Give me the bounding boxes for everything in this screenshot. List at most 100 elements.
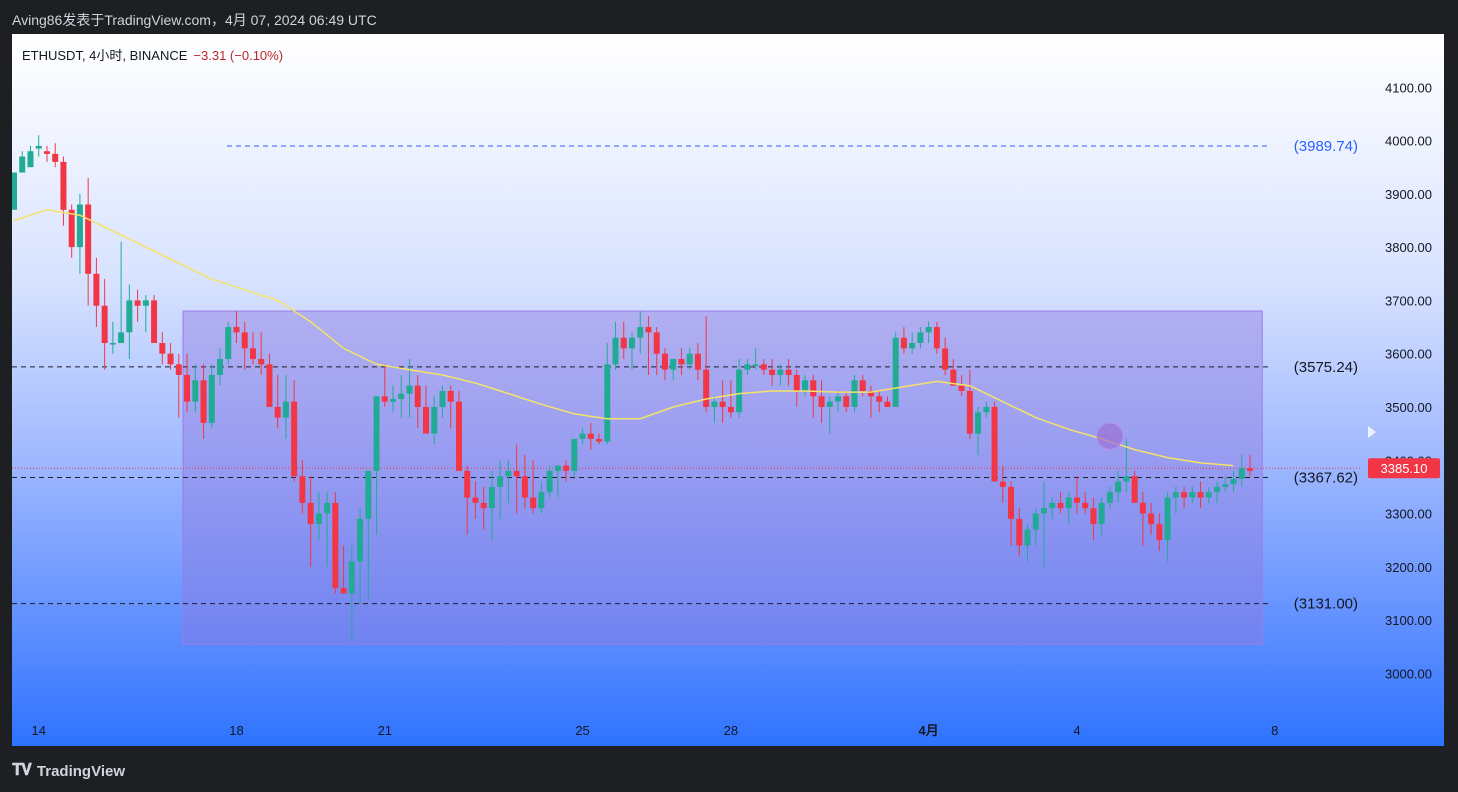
candle-body [925,327,932,333]
candle-body [101,305,108,344]
candle-body [727,406,734,413]
marker-circle [1096,422,1124,450]
candle-body [645,327,652,333]
candle-body [184,375,191,402]
candle-body [1172,492,1179,498]
candle-body [332,502,339,589]
time-tick-label: 28 [724,723,738,738]
time-tick-label: 4月 [919,723,939,738]
candle-body [357,518,364,562]
candle-body [217,359,223,375]
candle-body [109,343,116,345]
brand[interactable]: 𝐓𝐕 TradingView [12,762,125,780]
candle-body [637,327,644,338]
candle-body [1164,497,1171,541]
candle-body [802,380,809,391]
candle-body [68,209,75,248]
candle-body [653,332,660,354]
candle-body [719,401,726,407]
time-tick-label: 25 [575,723,589,738]
candle-body [933,327,940,349]
candle-body [505,470,512,477]
candle-body [390,398,397,402]
candlestick-chart[interactable]: (3989.74) (3575.24) (3367.62) (3131.00) 4100… [12,34,1444,746]
time-tick-label: 14 [31,723,45,738]
candle-body [258,359,265,365]
candle-body [521,476,528,498]
price-tick-label: 3200.00 [1385,560,1432,575]
candle-body [241,332,248,349]
candle-body [587,433,594,439]
time-tick-label: 4 [1073,723,1080,738]
candle-body [175,364,182,375]
candle-body [225,327,232,360]
publish-line: Aving86发表于TradingView.com，4月 07, 2024 06… [12,12,377,28]
candle-body [431,406,438,434]
candle-body [307,502,314,525]
candle-body [398,393,405,399]
candle-body [851,380,858,407]
candle-body [563,465,570,471]
candle-body [859,380,866,391]
candle-body [917,332,924,344]
candle-body [35,145,42,149]
candle-body [629,337,635,349]
candle-body [596,438,603,442]
candle-body [1197,492,1204,498]
candle-body [159,343,166,354]
level-label: (3575.24) [1294,359,1358,376]
candle-body [1065,497,1072,509]
candle-body [810,380,817,397]
candle-body [1049,502,1056,509]
candle-body [1181,492,1188,498]
price-change: −3.31 (−0.10%) [193,48,284,63]
candle-body [1238,468,1245,479]
candle-body [612,337,619,365]
candle-body [19,156,26,173]
candle-body [324,502,331,514]
candle-body [777,369,784,375]
candle-body [76,204,83,248]
candle-body [785,369,792,375]
candle-body [661,353,668,370]
candle-body [1008,486,1015,519]
candle-body [291,401,298,477]
candle-body [769,369,776,375]
price-tick-label: 3800.00 [1385,240,1432,255]
brand-name: TradingView [36,762,126,780]
candle-body [1082,502,1089,509]
candle-body [249,348,256,360]
candle-body [134,300,141,306]
candle-body [480,502,487,509]
candle-body [233,327,240,333]
candle-body [620,337,627,349]
time-tick-label: 8 [1271,723,1278,738]
candle-body [1024,529,1031,546]
candle-body [818,396,825,407]
candle-body [1032,513,1039,530]
level-label: (3131.00) [1294,596,1358,613]
candle-body [900,337,907,349]
candle-body [192,380,199,402]
candle-body [826,401,833,407]
candle-body [983,406,990,413]
candle-body [843,396,850,407]
candle-body [884,401,891,407]
candle-body [554,465,561,471]
candle-body [942,348,949,370]
candle-body [975,412,982,434]
candle-body [538,492,545,509]
symbol-name: ETHUSDT, 4小时, BINANCE [22,48,188,63]
candle-body [365,470,372,519]
candle-body [760,364,767,370]
candle-body [1115,481,1122,493]
candle-body [736,369,743,413]
candle-body [472,497,479,503]
candle-body [1106,492,1113,503]
price-tick-label: 3600.00 [1385,347,1432,362]
last-price-label: 3385.10 [1381,461,1428,476]
time-tick-label: 21 [378,723,392,738]
price-tick-label: 3900.00 [1385,187,1432,202]
chart-area[interactable]: (3989.74) (3575.24) (3367.62) (3131.00) 4100… [12,34,1444,746]
candle-body [85,204,92,274]
